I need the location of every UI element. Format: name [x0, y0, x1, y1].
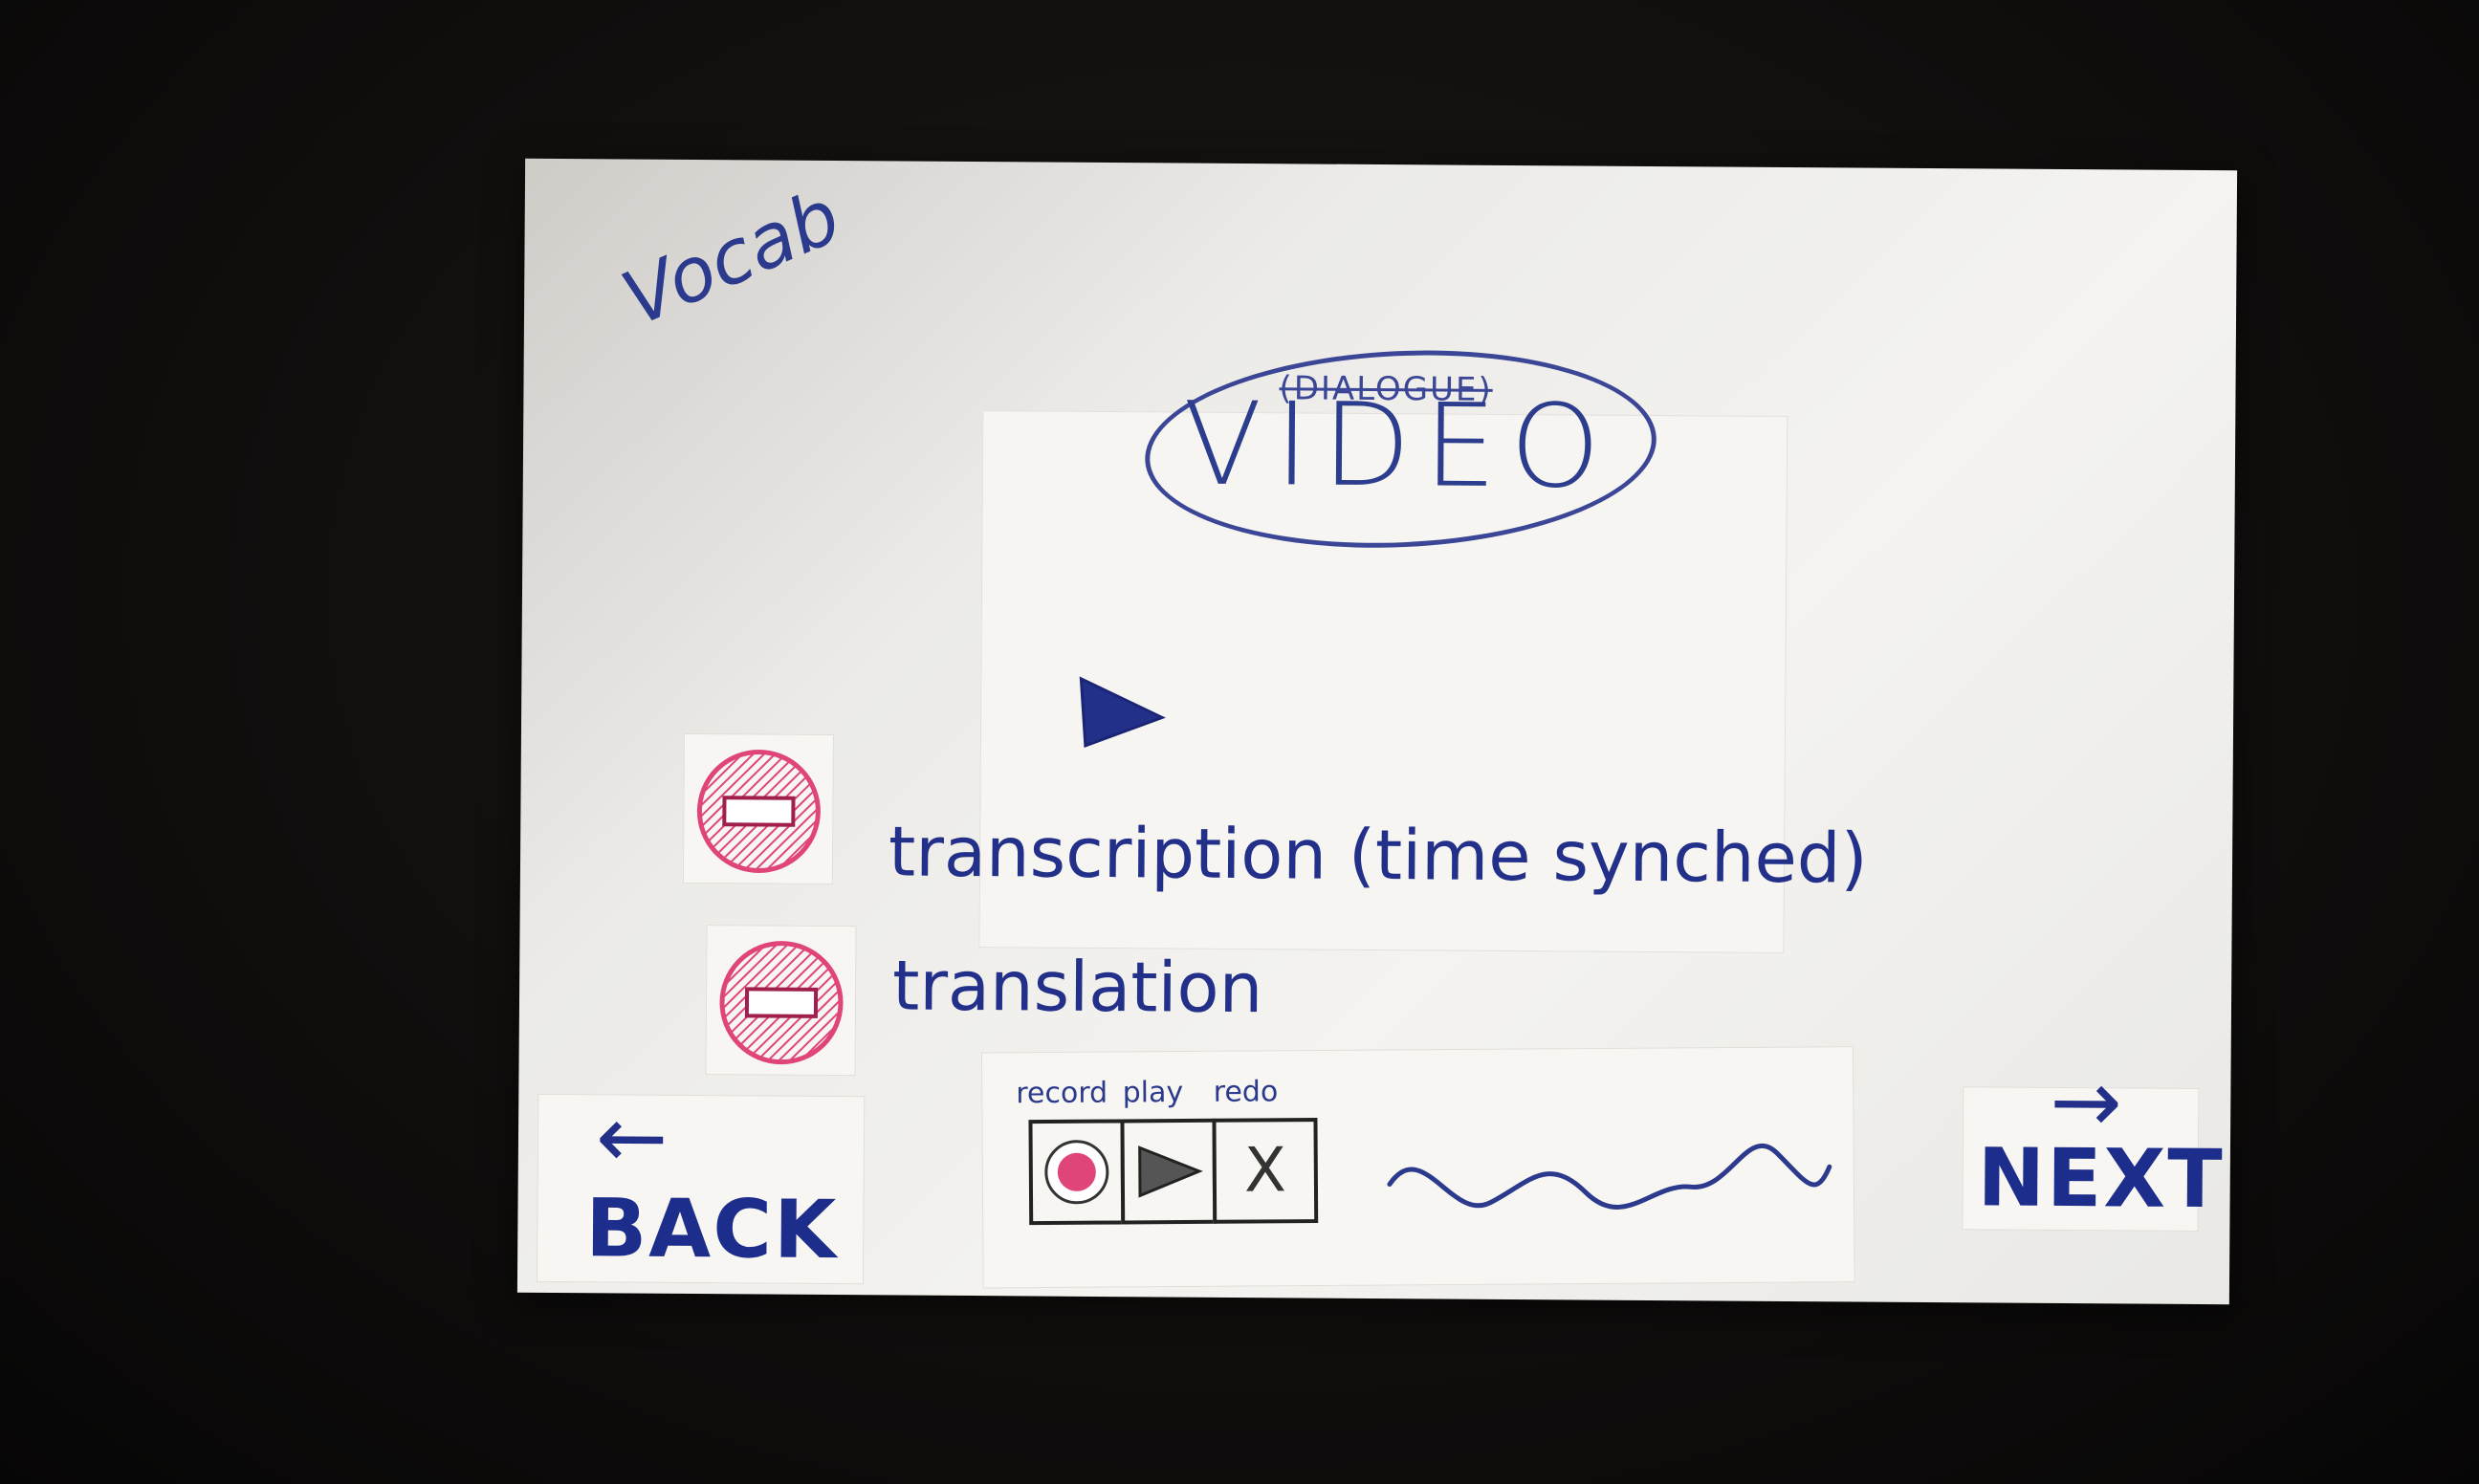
video-title: VIDEO — [1182, 378, 1614, 514]
record-label: record — [1016, 1076, 1108, 1111]
translation-label: translation — [891, 945, 1263, 1029]
play-recording-button[interactable] — [1120, 1118, 1218, 1225]
arrow-left-icon: ← — [595, 1087, 669, 1189]
waveform — [1387, 1143, 1832, 1210]
next-label: NEXT — [1977, 1130, 2225, 1227]
record-button[interactable] — [1028, 1119, 1126, 1226]
back-button[interactable]: ← BACK — [536, 1087, 866, 1285]
redo-button[interactable]: X — [1212, 1118, 1319, 1224]
paper-prototype-screen: Vocab (DIALOGUE) VIDEO transcription (ti… — [516, 158, 2238, 1305]
control-labels: record play redo — [1016, 1075, 1278, 1110]
transcription-toggle[interactable] — [682, 732, 834, 885]
play-label: play — [1122, 1076, 1184, 1110]
desk-background: Vocab (DIALOGUE) VIDEO transcription (ti… — [0, 0, 2479, 1484]
vocab-label: Vocab — [610, 173, 853, 343]
back-label: BACK — [585, 1181, 839, 1277]
recording-bar: record play redo X — [980, 1046, 1855, 1289]
transcription-label: transcription (time synched) — [888, 811, 1868, 899]
close-icon: X — [1243, 1135, 1287, 1207]
play-icon[interactable] — [1076, 674, 1168, 752]
minus-circle-icon — [696, 749, 821, 873]
translation-toggle[interactable] — [705, 925, 857, 1077]
redo-label: redo — [1213, 1075, 1279, 1109]
record-icon — [1044, 1140, 1109, 1205]
minus-circle-icon — [719, 941, 844, 1065]
next-button[interactable]: → NEXT — [1962, 1052, 2225, 1233]
play-icon — [1138, 1146, 1203, 1198]
